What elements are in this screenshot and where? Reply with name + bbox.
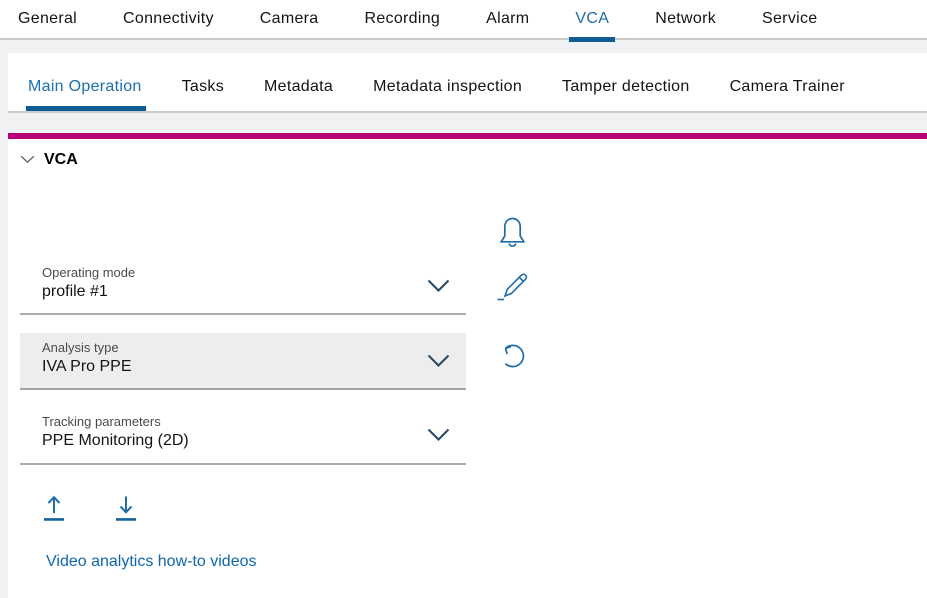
tab-network[interactable]: Network (655, 0, 716, 38)
tab-camera[interactable]: Camera (260, 0, 319, 38)
tab-tasks[interactable]: Tasks (182, 63, 224, 111)
operating-mode-label: Operating mode (42, 265, 135, 280)
tracking-parameters-dropdown[interactable]: Tracking parameters PPE Monitoring (2D) (20, 407, 466, 465)
tab-camera-trainer[interactable]: Camera Trainer (730, 63, 845, 111)
primary-tab-bar: General Connectivity Camera Recording Al… (0, 0, 927, 40)
main-operation-panel: VCA Operating mode profile #1 Analysis t… (8, 139, 927, 598)
tab-tamper-detection[interactable]: Tamper detection (562, 63, 690, 111)
tab-recording[interactable]: Recording (365, 0, 441, 38)
chevron-down-icon (427, 428, 450, 447)
tracking-parameters-value: PPE Monitoring (2D) (42, 432, 189, 450)
edit-pencil-icon[interactable] (495, 270, 530, 302)
tab-connectivity[interactable]: Connectivity (123, 0, 214, 38)
operating-mode-dropdown[interactable]: Operating mode profile #1 (20, 258, 466, 315)
download-icon[interactable] (113, 494, 139, 523)
tab-service[interactable]: Service (762, 0, 817, 38)
video-analytics-howto-link[interactable]: Video analytics how-to videos (46, 553, 257, 571)
alarm-bell-icon[interactable] (497, 215, 528, 249)
analysis-type-label: Analysis type (42, 340, 119, 355)
chevron-down-icon (427, 354, 450, 373)
tab-vca[interactable]: VCA (575, 0, 609, 38)
chevron-down-icon (427, 279, 450, 298)
operating-mode-value: profile #1 (42, 283, 108, 301)
tab-main-operation[interactable]: Main Operation (28, 63, 142, 111)
tab-metadata[interactable]: Metadata (264, 63, 333, 111)
vca-settings-page: General Connectivity Camera Recording Al… (0, 0, 927, 598)
undo-arrow-icon[interactable] (496, 340, 528, 372)
section-title: VCA (44, 151, 78, 169)
analysis-type-value: IVA Pro PPE (42, 358, 132, 376)
collapse-chevron-icon (20, 151, 35, 169)
vca-section-toggle[interactable]: VCA (20, 151, 78, 169)
secondary-tab-bar: Main Operation Tasks Metadata Metadata i… (8, 53, 927, 113)
analysis-type-dropdown[interactable]: Analysis type IVA Pro PPE (20, 333, 466, 390)
tab-alarm[interactable]: Alarm (486, 0, 529, 38)
upload-icon[interactable] (41, 494, 67, 523)
tab-general[interactable]: General (18, 0, 77, 38)
tab-metadata-inspection[interactable]: Metadata inspection (373, 63, 522, 111)
tracking-parameters-label: Tracking parameters (42, 414, 161, 429)
